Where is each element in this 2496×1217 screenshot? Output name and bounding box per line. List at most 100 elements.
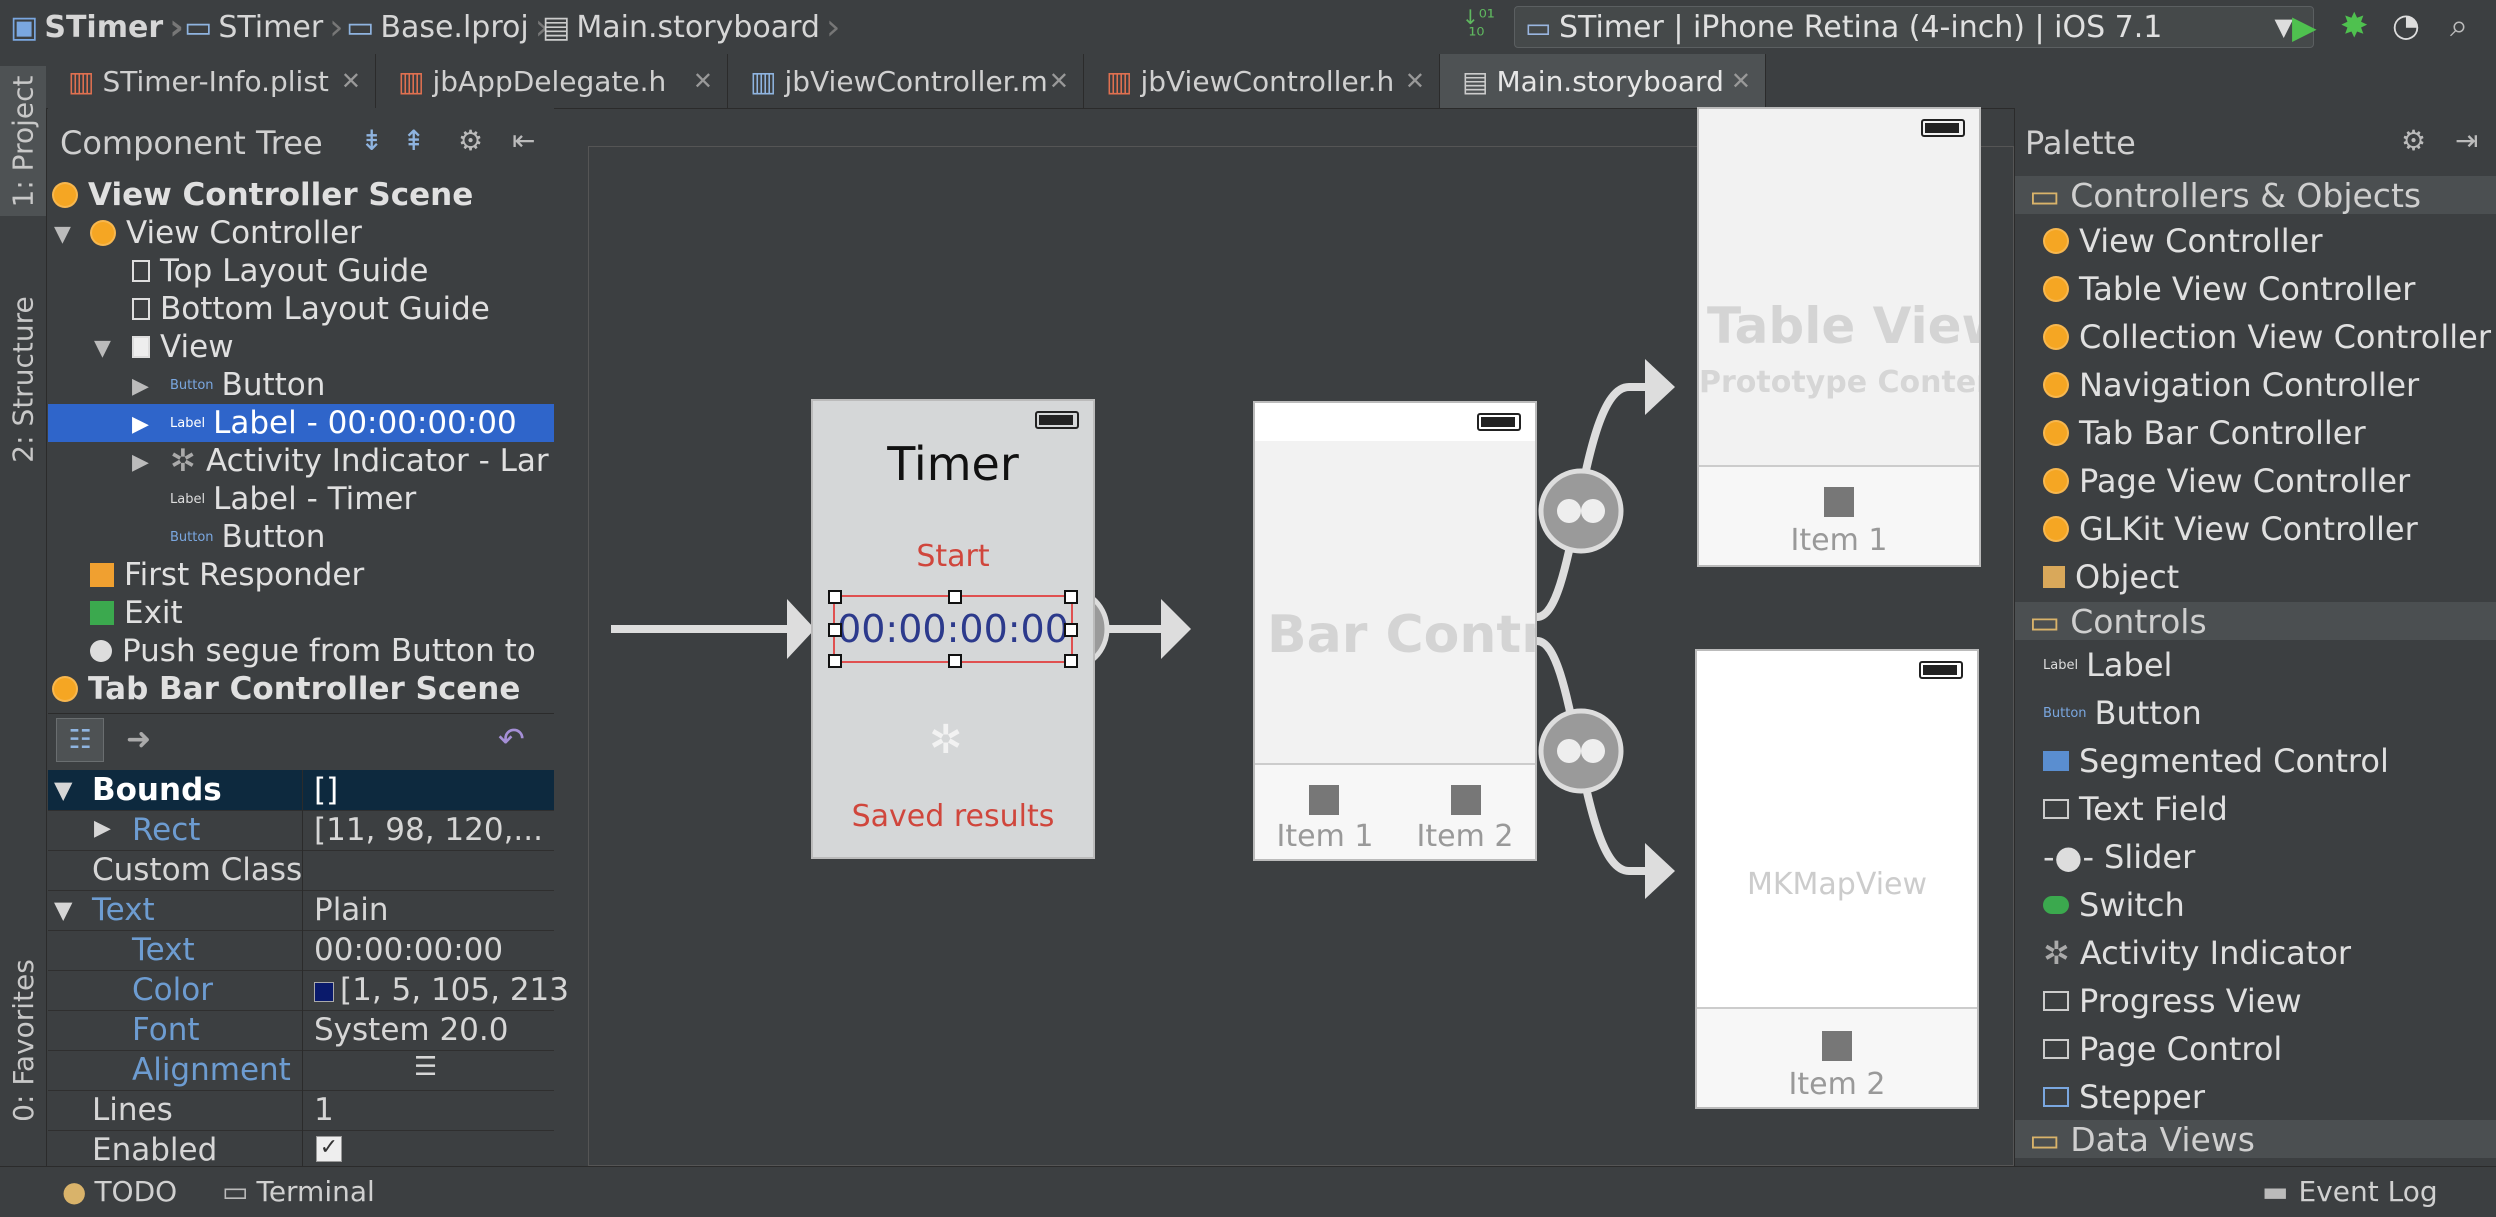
property-row-bounds[interactable]: ▼ Bounds [] — [48, 770, 554, 811]
tab-project[interactable]: 1: Project — [0, 66, 46, 216]
hide-panel-icon[interactable]: ⇥ — [2455, 124, 2478, 157]
breadcrumb-project[interactable]: ▣ STimer › — [10, 6, 184, 48]
collapse-all-icon[interactable]: ⇞ — [402, 124, 425, 157]
palette-item-activity-indicator[interactable]: ✲ Activity Indicator — [2043, 930, 2351, 976]
palette-category-controls[interactable]: ▭ Controls — [2015, 602, 2496, 641]
palette-item-progress-view[interactable]: Progress View — [2043, 978, 2302, 1024]
palette-item-stepper[interactable]: Stepper — [2043, 1074, 2205, 1120]
resize-handle[interactable] — [948, 654, 962, 668]
palette-item-view-controller[interactable]: View Controller — [2043, 218, 2323, 264]
tab-item-2[interactable]: Item 2 — [1415, 819, 1515, 854]
property-value[interactable]: [11, 98, 120,... — [314, 812, 543, 848]
palette-item-page-view-controller[interactable]: Page View Controller — [2043, 458, 2410, 504]
property-row-text-group[interactable]: ▼ Text Plain — [48, 890, 554, 931]
restore-default-icon[interactable]: ↶ — [498, 720, 525, 758]
map-tab-item[interactable]: Item 2 — [1697, 1067, 1977, 1102]
palette-item-segmented-control[interactable]: Segmented Control — [2043, 738, 2389, 784]
breadcrumb-folder-base[interactable]: ▭ Base.lproj › — [346, 6, 549, 48]
resize-handle[interactable] — [948, 590, 962, 604]
build-status-icon[interactable]: ↓⁰¹ ¹⁰ — [1462, 7, 1495, 45]
palette-item-switch[interactable]: Switch — [2043, 882, 2185, 928]
align-center-icon[interactable]: ☰ — [414, 1052, 437, 1082]
resize-handle[interactable] — [828, 623, 842, 637]
table-view-scene[interactable]: Table View Prototype Content Item 1 — [1697, 107, 1981, 567]
property-value[interactable]: 00:00:00:00 — [314, 932, 503, 968]
property-value-wrap[interactable]: [1, 5, 105, 213 — [314, 972, 569, 1008]
tree-node-view[interactable]: View — [132, 328, 234, 366]
property-row-custom-class[interactable]: Custom Class — [48, 850, 554, 891]
timer-title-label[interactable]: Timer — [813, 437, 1093, 491]
close-icon[interactable]: ✕ — [1049, 67, 1069, 95]
enabled-checkbox[interactable]: ✓ — [316, 1136, 342, 1162]
palette-item-collection-view-controller[interactable]: Collection View Controller — [2043, 314, 2491, 360]
tab-main-storyboard[interactable]: ▤ Main.storyboard ✕ — [1440, 54, 1766, 108]
tree-node-tab-bar-scene[interactable]: Tab Bar Controller Scene — [52, 670, 520, 708]
color-swatch[interactable] — [314, 981, 334, 1002]
property-row-lines[interactable]: Lines 1 — [48, 1090, 554, 1131]
resize-handle[interactable] — [828, 590, 842, 604]
tree-node-button-2[interactable]: Button Button — [170, 518, 325, 556]
palette-item-object[interactable]: Object — [2043, 554, 2179, 600]
property-row-enabled[interactable]: Enabled ✓ — [48, 1130, 554, 1171]
event-log-tool-button[interactable]: ▬ Event Log — [2262, 1175, 2438, 1208]
tab-appdelegate-h[interactable]: ▥ jbAppDelegate.h ✕ — [376, 54, 728, 108]
storyboard-canvas[interactable]: Timer Start 00:00:00:00 ✲ Saved results … — [588, 107, 2014, 1166]
palette-item-navigation-controller[interactable]: Navigation Controller — [2043, 362, 2419, 408]
tree-node-activity-indicator[interactable]: ✲ Activity Indicator - Lar — [170, 442, 549, 480]
expand-all-icon[interactable]: ⇟ — [360, 124, 383, 157]
expanded-arrow-icon[interactable]: ▼ — [94, 336, 111, 361]
close-icon[interactable]: ✕ — [341, 67, 361, 95]
palette-item-table-view-controller[interactable]: Table View Controller — [2043, 266, 2415, 312]
collapsed-arrow-icon[interactable]: ▶ — [94, 816, 111, 841]
gear-icon[interactable]: ⚙ — [458, 124, 483, 157]
palette-item-slider[interactable]: -●- Slider — [2043, 834, 2195, 880]
property-value[interactable]: [] — [314, 772, 338, 808]
tree-node-push-segue[interactable]: Push segue from Button to — [90, 632, 536, 670]
palette-item-text-field[interactable]: Text Field — [2043, 786, 2228, 832]
collapsed-arrow-icon[interactable]: ▶ — [132, 412, 149, 437]
collapsed-arrow-icon[interactable]: ▶ — [132, 450, 149, 475]
tree-node-exit[interactable]: Exit — [90, 594, 183, 632]
palette-item-page-control[interactable]: Page Control — [2043, 1026, 2282, 1072]
tree-node-label-time[interactable]: Label Label - 00:00:00:00 — [170, 404, 517, 442]
resize-handle[interactable] — [1064, 623, 1078, 637]
tree-node-view-controller[interactable]: View Controller — [90, 214, 362, 252]
run-configuration-select[interactable]: ▭ STimer | iPhone Retina (4-inch) | iOS … — [1514, 6, 2314, 48]
todo-tool-button[interactable]: ● TODO — [62, 1175, 177, 1208]
debug-icon[interactable]: ✸ — [2340, 6, 2369, 46]
tree-node-vc-scene[interactable]: View Controller Scene — [52, 176, 473, 214]
breadcrumb-folder-stimer[interactable]: ▭ STimer › — [184, 6, 344, 48]
property-row-alignment[interactable]: Alignment ☰ — [48, 1050, 554, 1091]
tab-item-1[interactable]: Item 1 — [1275, 819, 1375, 854]
collapsed-arrow-icon[interactable]: ▶ — [132, 374, 149, 399]
resize-handle[interactable] — [1064, 590, 1078, 604]
palette-item-button[interactable]: Button Button — [2043, 690, 2202, 736]
property-row-rect[interactable]: ▶ Rect [11, 98, 120,... — [48, 810, 554, 851]
time-label-selection[interactable]: 00:00:00:00 — [828, 590, 1078, 668]
timer-view-controller-scene[interactable]: Timer Start 00:00:00:00 ✲ Saved results — [811, 399, 1095, 859]
property-value[interactable]: Plain — [314, 892, 389, 928]
tab-viewcontroller-h[interactable]: ▥ jbViewController.h ✕ — [1084, 54, 1440, 108]
expanded-arrow-icon[interactable]: ▼ — [54, 222, 71, 247]
close-icon[interactable]: ✕ — [1731, 67, 1751, 95]
palette-item-tab-bar-controller[interactable]: Tab Bar Controller — [2043, 410, 2366, 456]
resize-handle[interactable] — [1064, 654, 1078, 668]
start-button[interactable]: Start — [813, 539, 1093, 574]
tab-structure[interactable]: 2: Structure — [0, 284, 46, 474]
property-row-color[interactable]: Color [1, 5, 105, 213 — [48, 970, 569, 1011]
tab-viewcontroller-m[interactable]: ▥ jbViewController.m ✕ — [728, 54, 1084, 108]
resize-handle[interactable] — [828, 654, 842, 668]
property-value[interactable]: System 20.0 — [314, 1012, 508, 1048]
run-icon[interactable]: ▶ — [2292, 8, 2317, 46]
tree-node-label-timer[interactable]: Label Label - Timer — [170, 480, 416, 518]
palette-item-label[interactable]: Label Label — [2043, 642, 2172, 688]
tree-node-top-layout-guide[interactable]: Top Layout Guide — [132, 252, 428, 290]
hide-panel-icon[interactable]: ⇤ — [512, 124, 535, 157]
profile-icon[interactable]: ◔ — [2392, 6, 2420, 44]
tab-bar-controller-scene[interactable]: Bar Contro Item 1 Item 2 — [1253, 401, 1537, 861]
tab-favorites[interactable]: 0: Favorites — [0, 950, 46, 1130]
close-icon[interactable]: ✕ — [1405, 67, 1425, 95]
palette-item-glkit-view-controller[interactable]: GLKit View Controller — [2043, 506, 2418, 552]
terminal-tool-button[interactable]: ▭ Terminal — [222, 1175, 375, 1208]
navigate-icon[interactable]: ➜ — [126, 722, 151, 757]
